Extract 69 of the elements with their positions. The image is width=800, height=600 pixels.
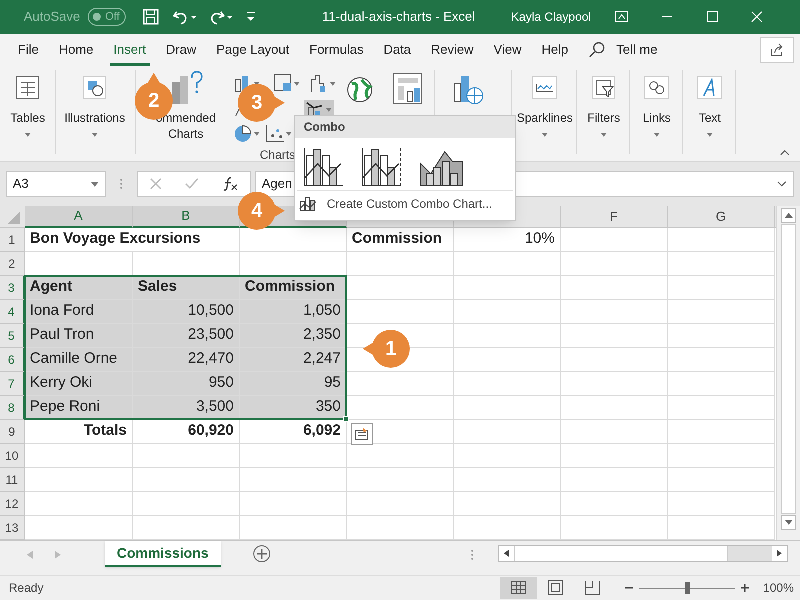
sheet-tab[interactable]: Commissions — [105, 541, 221, 567]
column-header[interactable]: A — [25, 206, 133, 228]
table-cell: 950 — [133, 372, 240, 396]
user-name: Kayla Claypool — [511, 9, 592, 26]
ribbon-button[interactable]: Links — [632, 72, 682, 138]
ribbon-tab[interactable]: Draw — [162, 34, 200, 66]
row-header[interactable]: 10 — [0, 444, 25, 468]
table-cell: Agent — [25, 276, 133, 300]
status-text: Ready — [9, 580, 44, 597]
ribbon-tab[interactable]: Page Layout — [212, 34, 294, 66]
table-cell: 23,500 — [133, 324, 240, 348]
row-header[interactable]: 8 — [0, 396, 25, 420]
table-cell: 95 — [240, 372, 347, 396]
row-header[interactable]: 5 — [0, 324, 25, 348]
callout-tooltip: 4 — [238, 192, 285, 230]
ribbon-tab[interactable]: Home — [54, 34, 98, 66]
ribbon-tab[interactable]: File — [14, 34, 43, 66]
table-cell: 6,092 — [240, 420, 347, 444]
table-cell: Commission — [240, 276, 347, 300]
row-header[interactable]: 4 — [0, 300, 25, 324]
ribbon-button[interactable]: Tables — [1, 72, 55, 138]
table-cell: Totals — [25, 420, 133, 444]
ribbon-button[interactable]: Illustrations — [59, 72, 131, 138]
column-header[interactable]: G — [668, 206, 775, 228]
zoom-level[interactable]: 100% — [763, 579, 794, 597]
row-header[interactable]: 12 — [0, 492, 25, 516]
table-cell: Camille Orne — [25, 348, 133, 372]
row-header[interactable]: 6 — [0, 348, 25, 372]
table-cell: 10,500 — [133, 300, 240, 324]
table-cell: 60,920 — [133, 420, 240, 444]
table-cell: Paul Tron — [25, 324, 133, 348]
ribbon-button[interactable]: Filters — [579, 72, 629, 138]
table-cell: Bon Voyage Excursions — [25, 228, 240, 252]
ribbon-button[interactable]: Text — [685, 72, 735, 138]
table-cell: 22,470 — [133, 348, 240, 372]
table-cell: 3,500 — [133, 396, 240, 420]
autosave-label: AutoSave — [24, 8, 80, 26]
row-header[interactable]: 7 — [0, 372, 25, 396]
ribbon-tab[interactable]: Help — [538, 34, 572, 66]
ribbon-tab[interactable]: View — [490, 34, 526, 66]
table-cell: Commission — [347, 228, 454, 252]
tell-me-field[interactable]: Tell me — [616, 40, 658, 60]
row-header[interactable]: 1 — [0, 228, 25, 252]
row-header[interactable]: 11 — [0, 468, 25, 492]
table-cell: 10% — [454, 228, 561, 252]
table-cell: Sales — [133, 276, 240, 300]
table-cell: Iona Ford — [25, 300, 133, 324]
table-cell: Pepe Roni — [25, 396, 133, 420]
ribbon-tab[interactable]: Formulas — [306, 34, 368, 66]
table-cell: 350 — [240, 396, 347, 420]
column-header[interactable]: B — [133, 206, 240, 228]
table-cell: 1,050 — [240, 300, 347, 324]
callout-tooltip: 1 — [363, 330, 410, 368]
table-cell: Kerry Oki — [25, 372, 133, 396]
row-header[interactable]: 9 — [0, 420, 25, 444]
ribbon-tab[interactable]: Data — [380, 34, 416, 66]
window-title: 11-dual-axis-charts - Excel — [322, 8, 476, 26]
callout-tooltip: 3 — [238, 84, 285, 122]
ribbon-tab[interactable]: Review — [427, 34, 478, 66]
table-cell: 2,350 — [240, 324, 347, 348]
table-cell: 2,247 — [240, 348, 347, 372]
row-header[interactable]: 13 — [0, 516, 25, 540]
name-box[interactable]: A3 — [6, 171, 106, 197]
ribbon-button[interactable]: Sparklines — [514, 72, 576, 138]
row-header[interactable]: 3 — [0, 276, 25, 300]
column-header[interactable]: F — [561, 206, 668, 228]
menu-header: Combo — [295, 116, 515, 138]
group-label: Charts — [260, 147, 296, 164]
row-header[interactable]: 2 — [0, 252, 25, 276]
